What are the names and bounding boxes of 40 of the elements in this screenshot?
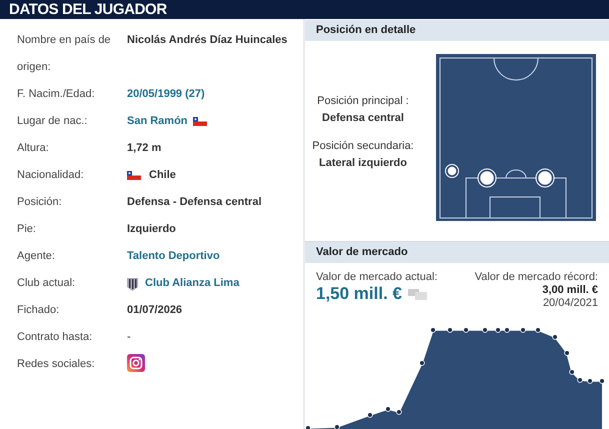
field-label: Agente:: [17, 249, 56, 264]
field-label: Redes sociales:: [17, 357, 96, 372]
field-value: -: [127, 330, 131, 346]
label: Posición secundaria:: [312, 138, 414, 154]
value: Lateral izquierdo: [318, 156, 408, 171]
field-label: Pie:: [17, 222, 37, 237]
crest-icon: [127, 276, 138, 290]
field-label: Altura:: [17, 141, 50, 156]
field-link[interactable]: San Ramón: [127, 113, 188, 130]
record-market-value: 3,00 mill. €: [542, 284, 598, 297]
field-value: Chile: [149, 168, 176, 184]
field-label: Nacionalidad:: [17, 168, 85, 183]
flag-icon: [192, 117, 207, 126]
record-date: 20/04/2021: [542, 297, 598, 310]
field-label: Posición:: [17, 195, 63, 210]
instagram-icon[interactable]: [127, 354, 145, 372]
section-title: Valor de mercado: [316, 245, 408, 260]
field-value: 1,72 m: [127, 141, 162, 156]
field-value: Nicolás Andrés Díaz Huincales: [127, 33, 288, 48]
field-label: Club actual:: [17, 276, 76, 291]
field-label: Lugar de nac.:: [17, 114, 88, 129]
value: Defensa central: [322, 111, 404, 126]
field-value: Izquierdo: [127, 222, 176, 238]
flag-icon: [127, 171, 141, 180]
label: Valor de mercado récord:: [474, 271, 598, 284]
field-label: F. Nacim./Edad:: [17, 87, 96, 102]
field-link[interactable]: Club Alianza Lima: [145, 275, 240, 292]
field-label: Contrato hasta:: [17, 330, 94, 345]
label: Valor de mercado actual:: [316, 271, 438, 284]
field-link[interactable]: 20/05/1999 (27): [127, 86, 205, 103]
section-title: DATOS DEL JUGADOR: [9, 2, 167, 17]
field-label: Fichado:: [17, 303, 60, 318]
field-value: Defensa - Defensa central: [127, 195, 262, 210]
field-label: Nombre en país de origen:: [17, 33, 112, 75]
comment-icon: [408, 288, 428, 300]
current-market-value: 1,50 mill. €: [316, 284, 402, 304]
section-title: Posición en detalle: [316, 23, 416, 38]
field-link[interactable]: Talento Deportivo: [127, 248, 220, 265]
field-value: 01/07/2026: [127, 303, 182, 318]
label: Posición principal :: [317, 94, 409, 108]
